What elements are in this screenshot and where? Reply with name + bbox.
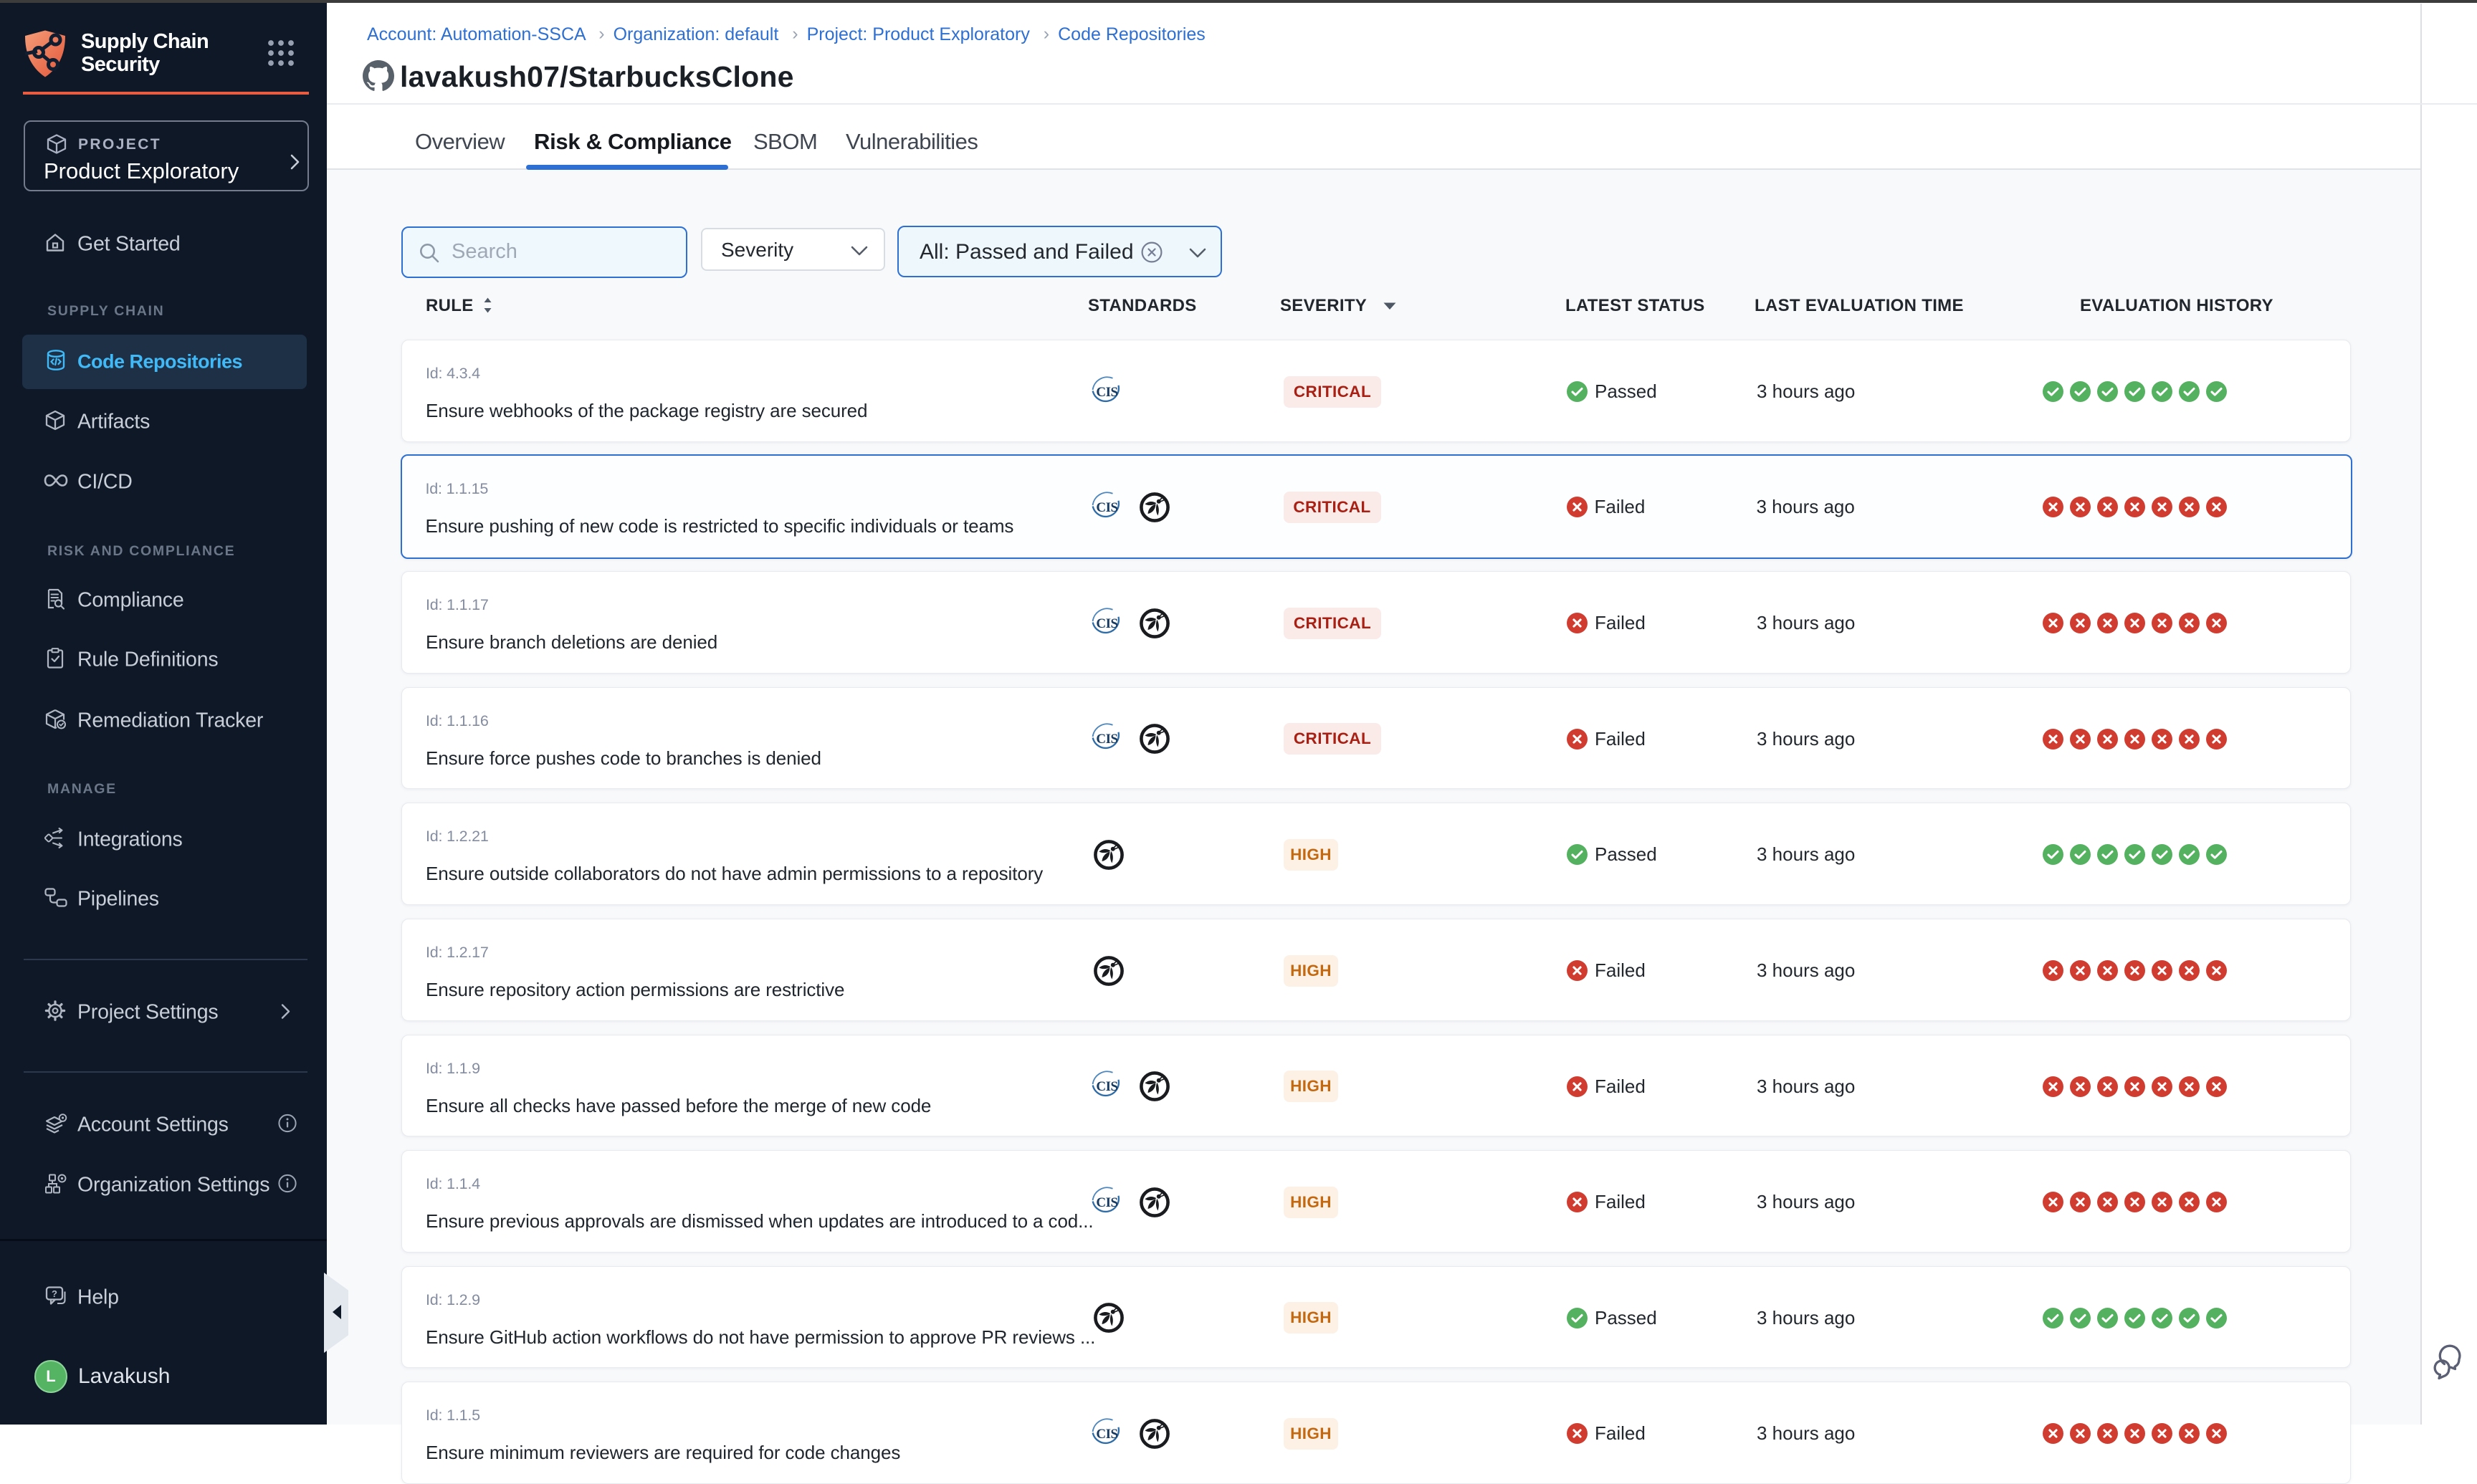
svg-text:CIS: CIS (1096, 1427, 1117, 1442)
svg-text:CIS: CIS (1096, 732, 1117, 747)
svg-text:CIS: CIS (1096, 500, 1117, 515)
svg-text:CIS: CIS (1096, 1195, 1117, 1210)
svg-text:CIS: CIS (1096, 385, 1117, 400)
svg-text:?: ? (52, 1288, 57, 1299)
svg-text:CIS: CIS (1096, 616, 1117, 631)
svg-text:CIS: CIS (1096, 1079, 1117, 1094)
